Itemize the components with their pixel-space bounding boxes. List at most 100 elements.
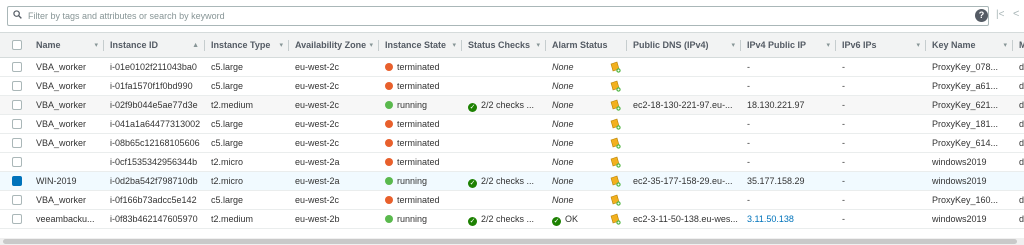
column-header-alarm-status[interactable]: Alarm Status: [546, 33, 627, 58]
row-checkbox[interactable]: [12, 214, 22, 224]
cell-text: ProxyKey_621...: [932, 100, 999, 110]
cell-text[interactable]: 3.11.50.138: [747, 214, 794, 224]
cell-text: t2.medium: [211, 214, 254, 224]
alarm-ok-icon: ✓: [552, 217, 561, 226]
table-row[interactable]: veeambacku... i-0f83b462147605970 t2.mediu…: [0, 210, 1024, 229]
state-dot-icon: [385, 139, 393, 147]
row-checkbox[interactable]: [12, 62, 22, 72]
table-row[interactable]: VBA_worker i-041a1a64477313002 c5.large eu-…: [0, 115, 1024, 134]
cell-ipv6-ips: -: [836, 134, 926, 152]
cell-ipv4-public-ip[interactable]: 3.11.50.138: [741, 210, 836, 228]
select-all-checkbox[interactable]: [12, 40, 22, 50]
column-header-key-name[interactable]: Key Name ▾: [926, 33, 1013, 58]
cell-text: None: [552, 62, 574, 72]
cell-text: VBA_worker: [36, 100, 87, 110]
alarm-bell-icon[interactable]: [609, 194, 621, 206]
cell-instance-state: terminated: [379, 115, 462, 133]
alarm-bell-icon[interactable]: [609, 137, 621, 149]
sort-dropdown-icon[interactable]: ▾: [731, 33, 735, 58]
horizontal-scrollbar[interactable]: [0, 238, 1024, 245]
alarm-bell-icon[interactable]: [609, 175, 621, 187]
column-header-name[interactable]: Name ▾: [30, 33, 104, 58]
row-checkbox[interactable]: [12, 119, 22, 129]
sort-dropdown-icon[interactable]: ▾: [369, 33, 373, 58]
row-checkbox[interactable]: [12, 195, 22, 205]
column-header-public-dns[interactable]: Public DNS (IPv4) ▾: [627, 33, 741, 58]
cell-instance-id: i-01fa1570f1f0bd990: [104, 77, 205, 95]
column-header-label: IPv4 Public IP: [747, 40, 807, 50]
column-header-ipv4-public-ip[interactable]: IPv4 Public IP ▾: [741, 33, 836, 58]
sort-dropdown-icon[interactable]: ▾: [94, 33, 98, 58]
sort-dropdown-icon[interactable]: ▾: [279, 33, 283, 58]
alarm-bell-icon[interactable]: [609, 156, 621, 168]
first-page-icon[interactable]: |<: [996, 9, 1004, 20]
sort-ascending-icon[interactable]: ▲: [192, 33, 199, 58]
cell-instance-id: i-0d2ba542f798710db: [104, 172, 205, 190]
cell-availability-zone: eu-west-2a: [289, 172, 379, 190]
cell-text: 2/2 checks ...: [481, 176, 535, 186]
table-row[interactable]: i-0cf1535342956344b t2.micro eu-west-2a ter…: [0, 153, 1024, 172]
cell-status-checks: [462, 134, 546, 152]
table-row[interactable]: VBA_worker i-08b65c12168105606 c5.large eu-…: [0, 134, 1024, 153]
cell-text: None: [552, 195, 574, 205]
cell-text: i-0cf1535342956344b: [110, 157, 198, 167]
table-row[interactable]: VBA_worker i-01fa1570f1f0bd990 c5.large eu-…: [0, 77, 1024, 96]
column-header-label: Public DNS (IPv4): [633, 40, 709, 50]
cell-instance-id: i-0cf1535342956344b: [104, 153, 205, 171]
sort-dropdown-icon[interactable]: ▾: [536, 33, 540, 58]
column-header-availability-zone[interactable]: Availability Zone ▾: [289, 33, 379, 58]
row-checkbox[interactable]: [12, 157, 22, 167]
cell-instance-type: t2.micro: [205, 153, 289, 171]
cell-text: VBA_worker: [36, 81, 87, 91]
sort-dropdown-icon[interactable]: ▾: [452, 33, 456, 58]
cell-ipv4-public-ip: 18.130.221.97: [741, 96, 836, 114]
row-checkbox[interactable]: [12, 176, 22, 186]
table-row[interactable]: VBA_worker i-0f166b73adcc5e142 c5.large eu-…: [0, 191, 1024, 210]
cell-text: c5.large: [211, 195, 244, 205]
sort-dropdown-icon[interactable]: ▾: [826, 33, 830, 58]
row-checkbox[interactable]: [12, 138, 22, 148]
scrollbar-thumb[interactable]: [3, 239, 1017, 244]
cell-key-name: ProxyKey_160...: [926, 191, 1013, 209]
cell-monitoring: [1013, 172, 1024, 190]
cell-text: ProxyKey_160...: [932, 195, 999, 205]
column-header-instance-state[interactable]: Instance State ▾: [379, 33, 462, 58]
column-header-ipv6-ips[interactable]: IPv6 IPs ▾: [836, 33, 926, 58]
cell-instance-type: t2.micro: [205, 172, 289, 190]
cell-key-name: windows2019: [926, 210, 1013, 228]
cell-text: running: [397, 214, 428, 224]
alarm-bell-icon[interactable]: [609, 213, 621, 225]
cell-status-checks: ✓ 2/2 checks ...: [462, 210, 546, 228]
sort-dropdown-icon[interactable]: ▾: [1003, 33, 1007, 58]
table-row[interactable]: VBA_worker i-02f9b044e5ae77d3e t2.medium eu…: [0, 96, 1024, 115]
row-checkbox[interactable]: [12, 100, 22, 110]
cell-availability-zone: eu-west-2c: [289, 134, 379, 152]
cell-ipv4-public-ip: -: [741, 115, 836, 133]
alarm-bell-icon[interactable]: [609, 118, 621, 130]
search-input[interactable]: [28, 9, 968, 23]
alarm-bell-icon[interactable]: [609, 61, 621, 73]
help-icon[interactable]: ?: [975, 9, 988, 22]
search-box[interactable]: [7, 6, 989, 26]
alarm-bell-icon[interactable]: [609, 80, 621, 92]
sort-dropdown-icon[interactable]: ▾: [916, 33, 920, 58]
column-header-status-checks[interactable]: Status Checks ▾: [462, 33, 546, 58]
column-header-monitoring[interactable]: M: [1013, 33, 1024, 58]
cell-ipv6-ips: -: [836, 191, 926, 209]
prev-page-icon[interactable]: <: [1013, 8, 1019, 20]
cell-ipv4-public-ip: 35.177.158.29: [741, 172, 836, 190]
cell-text: None: [552, 119, 574, 129]
cell-text: None: [552, 100, 574, 110]
column-header-instance-id[interactable]: Instance ID ▲: [104, 33, 205, 58]
row-checkbox[interactable]: [12, 81, 22, 91]
cell-key-name: ProxyKey_181...: [926, 115, 1013, 133]
cell-instance-type: c5.large: [205, 134, 289, 152]
alarm-bell-icon[interactable]: [609, 99, 621, 111]
cell-text: eu-west-2c: [295, 62, 340, 72]
table-row[interactable]: WIN-2019 i-0d2ba542f798710db t2.micro eu-we…: [0, 172, 1024, 191]
table-row[interactable]: VBA_worker i-01e0102f211043ba0 c5.large eu-…: [0, 58, 1024, 77]
cell-public-dns: [627, 115, 741, 133]
state-dot-icon: [385, 158, 393, 166]
column-header-instance-type[interactable]: Instance Type ▾: [205, 33, 289, 58]
state-dot-icon: [385, 196, 393, 204]
